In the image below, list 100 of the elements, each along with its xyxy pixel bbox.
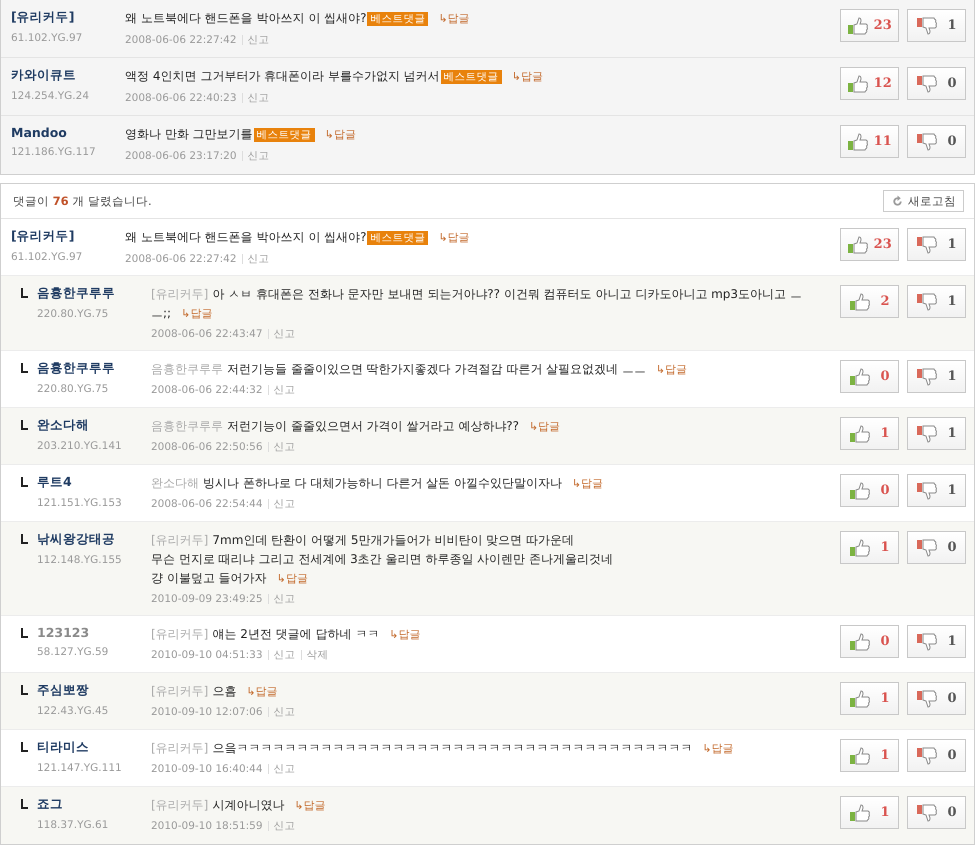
like-button[interactable]: 0 bbox=[840, 625, 899, 658]
author-name[interactable]: 완소다해 bbox=[37, 417, 151, 434]
thumbs-down-icon bbox=[916, 236, 938, 254]
dislike-button[interactable]: 1 bbox=[907, 9, 966, 42]
delete-link[interactable]: 삭제 bbox=[306, 648, 329, 662]
report-link[interactable]: 신고 bbox=[274, 648, 296, 662]
comment-date: 2010-09-10 12:07:06 bbox=[151, 706, 263, 718]
like-button[interactable]: 11 bbox=[840, 125, 899, 158]
reply-link[interactable]: ↳답글 bbox=[702, 742, 734, 755]
dislike-button[interactable]: 1 bbox=[907, 228, 966, 261]
comment-text: 으읔ㅋㅋㅋㅋㅋㅋㅋㅋㅋㅋㅋㅋㅋㅋㅋㅋㅋㅋㅋㅋㅋㅋㅋㅋㅋㅋㅋㅋㅋㅋㅋㅋㅋㅋㅋㅋㅋㅋ bbox=[212, 741, 692, 755]
report-link[interactable]: 신고 bbox=[248, 149, 270, 163]
reply-link[interactable]: ↳답글 bbox=[246, 685, 278, 698]
thumbs-up-icon bbox=[847, 74, 870, 92]
author-name[interactable]: 주심뽀짱 bbox=[37, 682, 151, 699]
reply-link[interactable]: ↳답글 bbox=[529, 420, 560, 433]
report-link[interactable]: 신고 bbox=[248, 33, 270, 47]
dislike-button[interactable]: 1 bbox=[907, 474, 966, 507]
mention-name: 완소다해 bbox=[151, 476, 199, 490]
ip-address: 118.37.YG.61 bbox=[37, 819, 110, 831]
dislike-button[interactable]: 1 bbox=[907, 285, 966, 318]
like-button[interactable]: 12 bbox=[840, 67, 899, 100]
comment-text: 빙시나 폰하나로 다 대체가능하니 다른거 살돈 아낄수있단말이자나 bbox=[203, 476, 562, 490]
dislike-button[interactable]: 0 bbox=[907, 531, 966, 564]
dislike-button[interactable]: 0 bbox=[907, 739, 966, 772]
best-comment-badge: 베스트댓글 bbox=[254, 128, 315, 142]
report-link[interactable]: 신고 bbox=[248, 252, 270, 266]
comment-date: 2008-06-06 22:27:42 bbox=[125, 34, 237, 46]
comment-text: 얘는 2년전 댓글에 답하네 ㅋㅋ bbox=[212, 627, 380, 641]
author-name[interactable]: 음흉한쿠루루 bbox=[37, 360, 151, 377]
thumbs-down-icon bbox=[916, 424, 938, 442]
reply-link[interactable]: ↳답글 bbox=[276, 572, 308, 585]
refresh-button[interactable]: 새로고침 bbox=[883, 190, 964, 212]
mention-name: [유리커두] bbox=[151, 627, 208, 641]
author-name[interactable]: 낚씨왕강태공 bbox=[37, 531, 151, 548]
comment-date: 2010-09-10 16:40:44 bbox=[151, 763, 263, 775]
comment-date: 2008-06-06 22:40:23 bbox=[125, 92, 237, 104]
dislike-button[interactable]: 1 bbox=[907, 360, 966, 393]
comment-text: ㅡ;; bbox=[151, 306, 172, 320]
dislike-button[interactable]: 0 bbox=[907, 67, 966, 100]
author-name[interactable]: 죠그 bbox=[37, 796, 151, 813]
reply-link[interactable]: ↳답글 bbox=[438, 231, 470, 244]
mention-name: [유리커두] bbox=[151, 741, 208, 755]
ip-address: 121.151.YG.153 bbox=[37, 497, 123, 509]
reply-marker-icon bbox=[21, 288, 28, 298]
dislike-button[interactable]: 0 bbox=[907, 125, 966, 158]
author-name[interactable]: 티라미스 bbox=[37, 739, 151, 756]
like-button[interactable]: 0 bbox=[840, 474, 899, 507]
like-button[interactable]: 1 bbox=[840, 739, 899, 772]
author-name[interactable]: [유리커두] bbox=[11, 228, 125, 245]
ip-address: 112.148.YG.155 bbox=[37, 554, 123, 566]
report-link[interactable]: 신고 bbox=[274, 497, 296, 511]
thumbs-down-icon bbox=[916, 16, 938, 34]
report-link[interactable]: 신고 bbox=[274, 440, 296, 454]
dislike-button[interactable]: 1 bbox=[907, 625, 966, 658]
author-name[interactable]: 카와이큐트 bbox=[11, 67, 125, 84]
like-button[interactable]: 23 bbox=[840, 228, 899, 261]
reply-link[interactable]: ↳답글 bbox=[438, 12, 470, 25]
dislike-button[interactable]: 1 bbox=[907, 417, 966, 450]
author-name[interactable]: [유리커두] bbox=[11, 9, 125, 26]
author-name[interactable]: 123123 bbox=[37, 625, 151, 640]
comment-date: 2008-06-06 22:50:56 bbox=[151, 441, 263, 453]
comment-date: 2008-06-06 23:17:20 bbox=[125, 150, 237, 162]
comment-text: 시계아니였나 bbox=[212, 798, 284, 812]
reply-marker-icon bbox=[21, 534, 28, 544]
like-button[interactable]: 2 bbox=[840, 285, 899, 318]
report-link[interactable]: 신고 bbox=[274, 705, 296, 719]
reply-link[interactable]: ↳답글 bbox=[324, 128, 356, 141]
reply-link[interactable]: ↳답글 bbox=[294, 799, 326, 812]
report-link[interactable]: 신고 bbox=[274, 762, 296, 776]
report-link[interactable]: 신고 bbox=[274, 383, 296, 397]
reply-link[interactable]: ↳답글 bbox=[656, 363, 688, 376]
reply-link[interactable]: ↳답글 bbox=[572, 477, 604, 490]
report-link[interactable]: 신고 bbox=[274, 327, 296, 341]
reply-link[interactable]: ↳답글 bbox=[389, 628, 420, 641]
thumbs-up-icon bbox=[849, 482, 872, 500]
reply-marker-icon bbox=[21, 628, 28, 638]
ip-address: 121.147.YG.111 bbox=[37, 762, 123, 774]
comment-text: 저런기능들 줄줄이있으면 딱한가지좋겠다 가격절감 따른거 살필요없겠네 ㅡㅡ bbox=[227, 362, 646, 376]
report-link[interactable]: 신고 bbox=[274, 819, 296, 833]
report-link[interactable]: 신고 bbox=[248, 91, 270, 105]
reply-link[interactable]: ↳답글 bbox=[512, 70, 543, 83]
reply-marker-icon bbox=[21, 477, 28, 487]
author-name[interactable]: 음흉한쿠루루 bbox=[37, 285, 151, 302]
like-button[interactable]: 0 bbox=[840, 360, 899, 393]
like-button[interactable]: 1 bbox=[840, 417, 899, 450]
thumbs-down-icon bbox=[916, 746, 938, 764]
author-name[interactable]: 루트4 bbox=[37, 474, 151, 491]
like-button[interactable]: 1 bbox=[840, 796, 899, 829]
report-link[interactable]: 신고 bbox=[274, 592, 296, 606]
dislike-button[interactable]: 0 bbox=[907, 796, 966, 829]
like-button[interactable]: 23 bbox=[840, 9, 899, 42]
mention-name: [유리커두] bbox=[151, 533, 208, 547]
like-button[interactable]: 1 bbox=[840, 682, 899, 715]
reply-link[interactable]: ↳답글 bbox=[181, 307, 212, 320]
dislike-button[interactable]: 0 bbox=[907, 682, 966, 715]
like-button[interactable]: 1 bbox=[840, 531, 899, 564]
author-name[interactable]: Mandoo bbox=[11, 125, 125, 140]
ip-address: 61.102.YG.97 bbox=[11, 32, 84, 44]
thumbs-up-icon bbox=[849, 538, 872, 556]
